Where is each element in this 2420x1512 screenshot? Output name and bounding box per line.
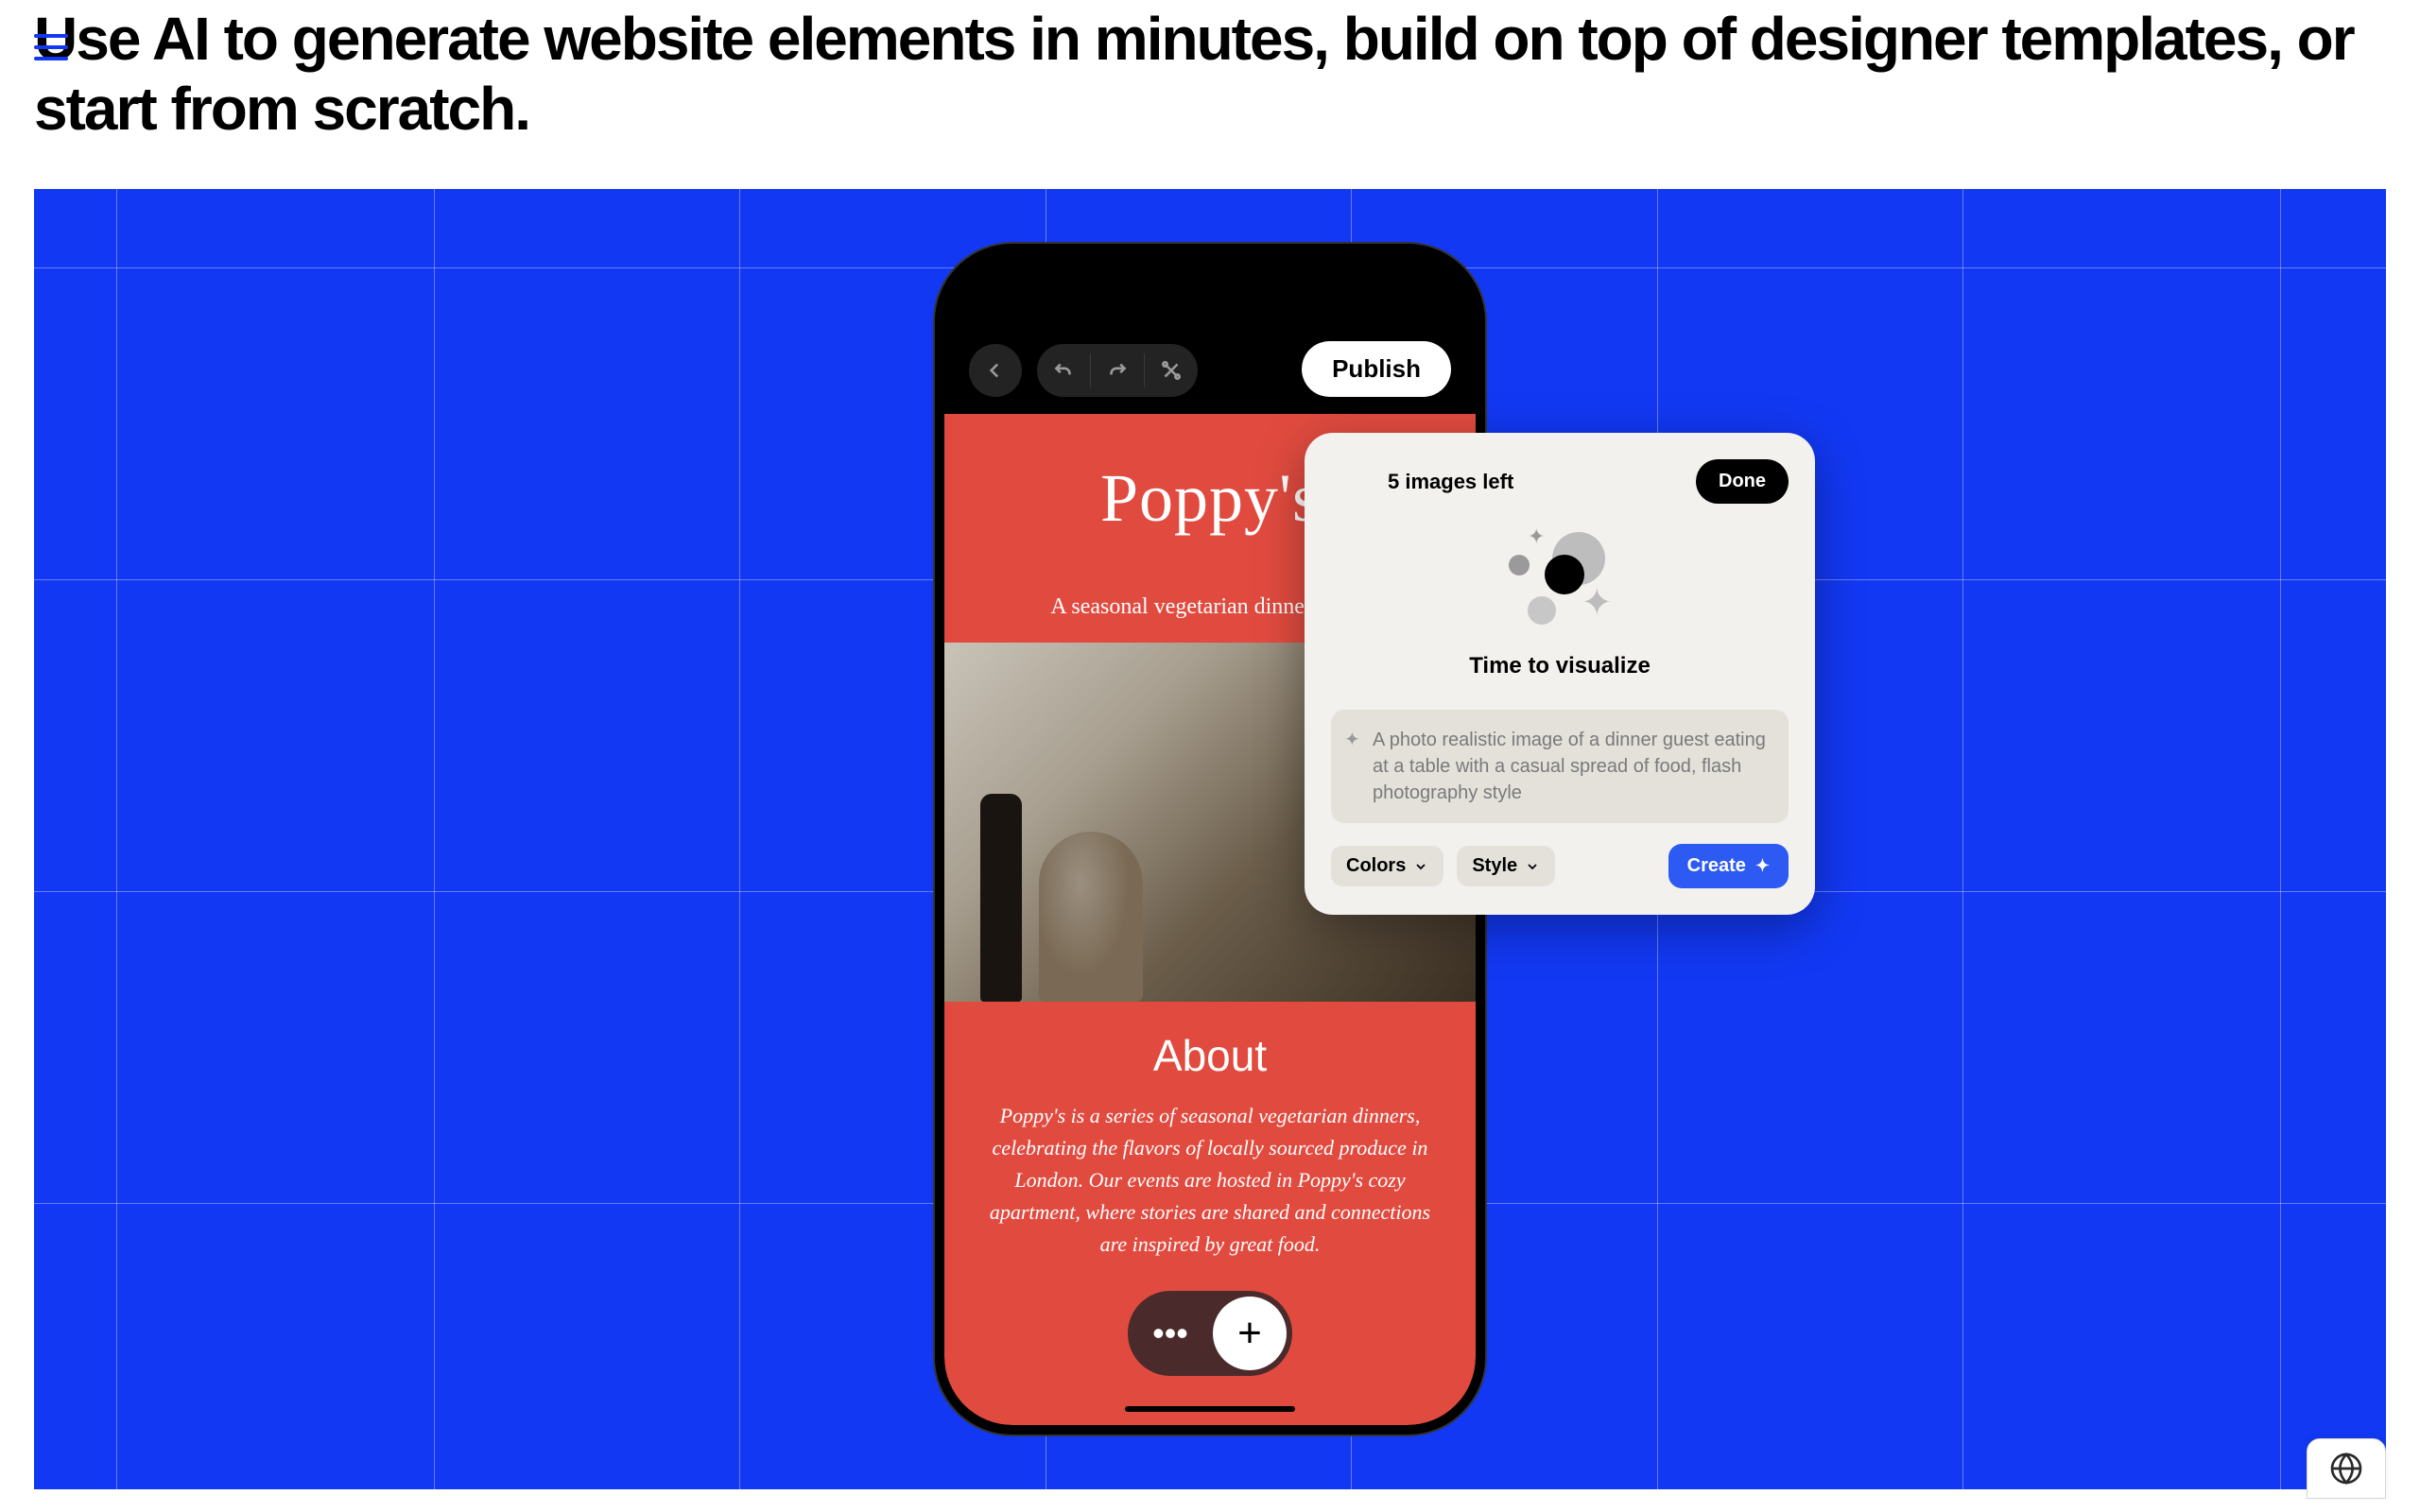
canvas-area: Publish Poppy's A seasonal vegetarian di… xyxy=(34,189,2386,1489)
chevron-down-icon xyxy=(1413,859,1428,874)
more-button[interactable]: ••• xyxy=(1133,1297,1207,1370)
redo-button[interactable] xyxy=(1091,344,1144,397)
popup-title: Time to visualize xyxy=(1331,653,1789,679)
chevron-down-icon xyxy=(1525,859,1540,874)
ai-image-popup: 5 images left Done ✦✦ Time to visualize … xyxy=(1305,433,1815,915)
language-button[interactable] xyxy=(2307,1438,2386,1499)
done-button[interactable]: Done xyxy=(1696,459,1789,504)
about-body: Poppy's is a series of seasonal vegetari… xyxy=(944,1081,1476,1261)
arrow-left-icon xyxy=(983,358,1008,383)
sparkle-icon: ✦ xyxy=(1755,856,1770,876)
fab-group: ••• + xyxy=(1128,1291,1292,1376)
ellipsis-icon: ••• xyxy=(1152,1314,1188,1353)
back-button[interactable] xyxy=(969,344,1022,397)
style-dropdown[interactable]: Style xyxy=(1457,846,1555,886)
tools-button[interactable] xyxy=(1145,344,1198,397)
tools-icon xyxy=(1159,358,1184,383)
prompt-input[interactable]: ✦ A photo realistic image of a dinner gu… xyxy=(1331,710,1789,823)
prompt-text: A photo realistic image of a dinner gues… xyxy=(1373,730,1766,803)
add-button[interactable]: + xyxy=(1213,1297,1287,1370)
visualize-icon: ✦✦ xyxy=(1494,532,1626,636)
home-indicator xyxy=(1125,1406,1295,1412)
plus-icon: + xyxy=(1237,1310,1262,1357)
colors-dropdown[interactable]: Colors xyxy=(1331,846,1443,886)
sparkle-icon: ✦ xyxy=(1344,727,1360,753)
images-left-counter: 5 images left xyxy=(1388,470,1513,494)
create-button[interactable]: Create ✦ xyxy=(1668,844,1789,888)
globe-icon xyxy=(2327,1450,2365,1487)
page-headline: Use AI to generate website elements in m… xyxy=(34,0,2386,144)
about-heading: About xyxy=(944,1030,1476,1081)
menu-button[interactable] xyxy=(34,26,76,68)
undo-button[interactable] xyxy=(1037,344,1090,397)
redo-icon xyxy=(1105,358,1130,383)
editor-toolbar: Publish xyxy=(944,253,1476,414)
publish-button[interactable]: Publish xyxy=(1302,341,1451,397)
undo-icon xyxy=(1051,358,1076,383)
